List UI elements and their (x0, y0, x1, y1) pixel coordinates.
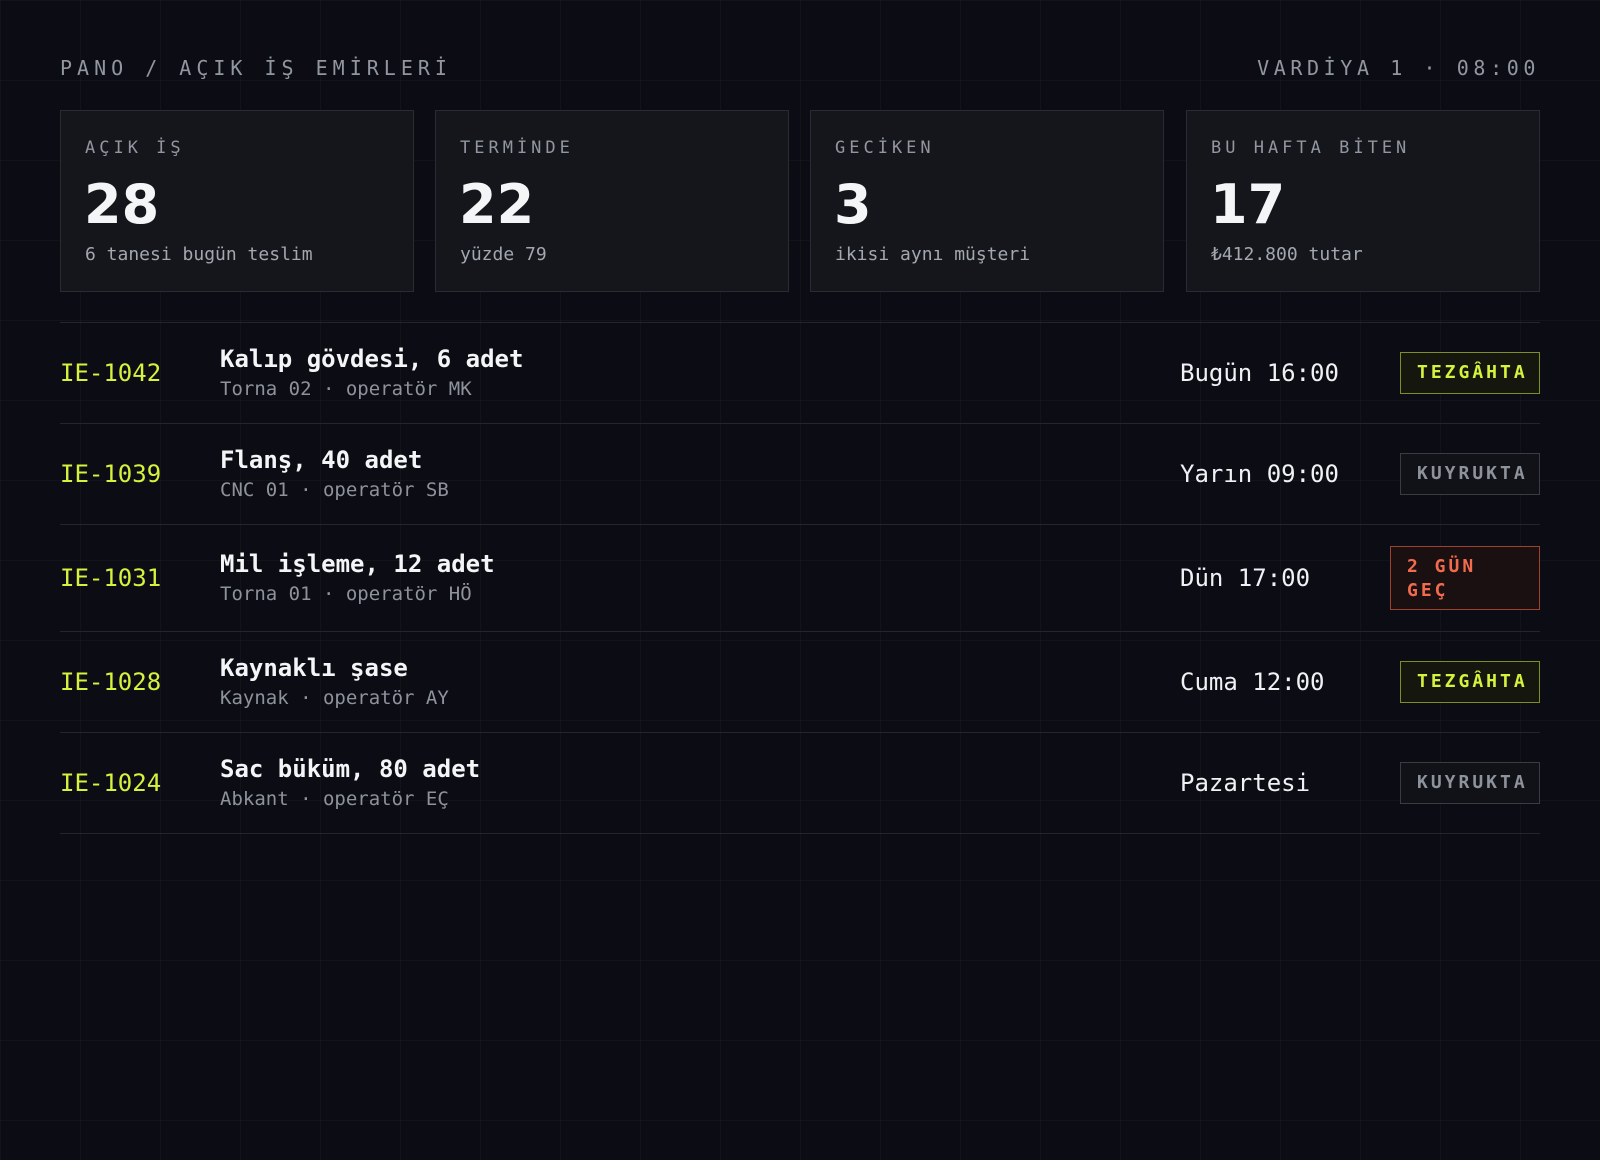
stat-label: BU HAFTA BİTEN (1211, 138, 1411, 158)
stat-value: 3 (834, 173, 872, 236)
status-badge: KUYRUKTA (1400, 453, 1540, 495)
job-title: Mil işleme, 12 adet (220, 550, 495, 578)
stat-note: 6 tanesi bugün teslim (85, 244, 313, 265)
table-row[interactable]: IE-1028 Kaynaklı şase Kaynak · operatör … (60, 632, 1540, 733)
status-badge: KUYRUKTA (1400, 762, 1540, 804)
status-badge: 2 GÜN GEÇ (1390, 546, 1540, 610)
stat-label: AÇIK İŞ (85, 138, 185, 158)
due-date: Cuma 12:00 (1180, 668, 1325, 696)
shift-indicator: VARDİYA 1 · 08:00 (1257, 56, 1540, 80)
stats-row: AÇIK İŞ 28 6 tanesi bugün teslim TERMİND… (60, 110, 1540, 294)
stat-card-finished-this-week: BU HAFTA BİTEN 17 ₺412.800 tutar (1186, 110, 1540, 292)
job-meta: Kaynak · operatör AY (220, 687, 449, 709)
table-row[interactable]: IE-1024 Sac büküm, 80 adet Abkant · oper… (60, 733, 1540, 834)
order-id[interactable]: IE-1028 (60, 667, 161, 697)
order-id[interactable]: IE-1024 (60, 768, 161, 798)
stat-card-open: AÇIK İŞ 28 6 tanesi bugün teslim (60, 110, 414, 292)
job-title: Kalıp gövdesi, 6 adet (220, 345, 524, 373)
due-date: Bugün 16:00 (1180, 359, 1339, 387)
job-title: Sac büküm, 80 adet (220, 755, 481, 783)
job-info: Sac büküm, 80 adet Abkant · operatör EÇ (220, 754, 480, 812)
order-id[interactable]: IE-1039 (60, 459, 161, 489)
status-badge: TEZGÂHTA (1400, 661, 1540, 703)
stat-note: ikisi aynı müşteri (835, 244, 1031, 265)
breadcrumb[interactable]: PANO / AÇIK İŞ EMİRLERİ (60, 56, 452, 80)
stat-card-on-time: TERMİNDE 22 yüzde 79 (435, 110, 789, 292)
due-date: Yarın 09:00 (1180, 460, 1339, 488)
stat-note: ₺412.800 tutar (1211, 244, 1363, 265)
job-meta: Torna 01 · operatör HÖ (220, 583, 472, 605)
due-date: Dün 17:00 (1180, 564, 1311, 592)
status-badge: TEZGÂHTA (1400, 352, 1540, 394)
job-title: Kaynaklı şase (220, 654, 408, 682)
job-info: Kalıp gövdesi, 6 adet Torna 02 · operatö… (220, 344, 523, 402)
stat-value: 22 (459, 173, 535, 236)
due-date: Pazartesi (1180, 769, 1311, 797)
job-info: Kaynaklı şase Kaynak · operatör AY (220, 653, 449, 711)
job-meta: Abkant · operatör EÇ (220, 788, 449, 810)
stat-label: TERMİNDE (460, 138, 574, 158)
table-row[interactable]: IE-1042 Kalıp gövdesi, 6 adet Torna 02 ·… (60, 323, 1540, 424)
table-row[interactable]: IE-1039 Flanş, 40 adet CNC 01 · operatör… (60, 424, 1540, 525)
stat-value: 28 (84, 173, 160, 236)
job-meta: Torna 02 · operatör MK (220, 378, 472, 400)
table-row[interactable]: IE-1031 Mil işleme, 12 adet Torna 01 · o… (60, 525, 1540, 632)
order-id[interactable]: IE-1031 (60, 563, 161, 593)
job-info: Flanş, 40 adet CNC 01 · operatör SB (220, 445, 449, 503)
order-id[interactable]: IE-1042 (60, 358, 161, 388)
stat-note: yüzde 79 (460, 244, 547, 265)
top-bar: PANO / AÇIK İŞ EMİRLERİ VARDİYA 1 · 08:0… (60, 56, 1540, 80)
work-order-list: IE-1042 Kalıp gövdesi, 6 adet Torna 02 ·… (60, 322, 1540, 834)
stat-card-late: GECİKEN 3 ikisi aynı müşteri (810, 110, 1164, 292)
stat-value: 17 (1210, 173, 1286, 236)
job-info: Mil işleme, 12 adet Torna 01 · operatör … (220, 549, 495, 607)
stat-label: GECİKEN (835, 138, 935, 158)
job-title: Flanş, 40 adet (220, 446, 423, 474)
job-meta: CNC 01 · operatör SB (220, 479, 449, 501)
